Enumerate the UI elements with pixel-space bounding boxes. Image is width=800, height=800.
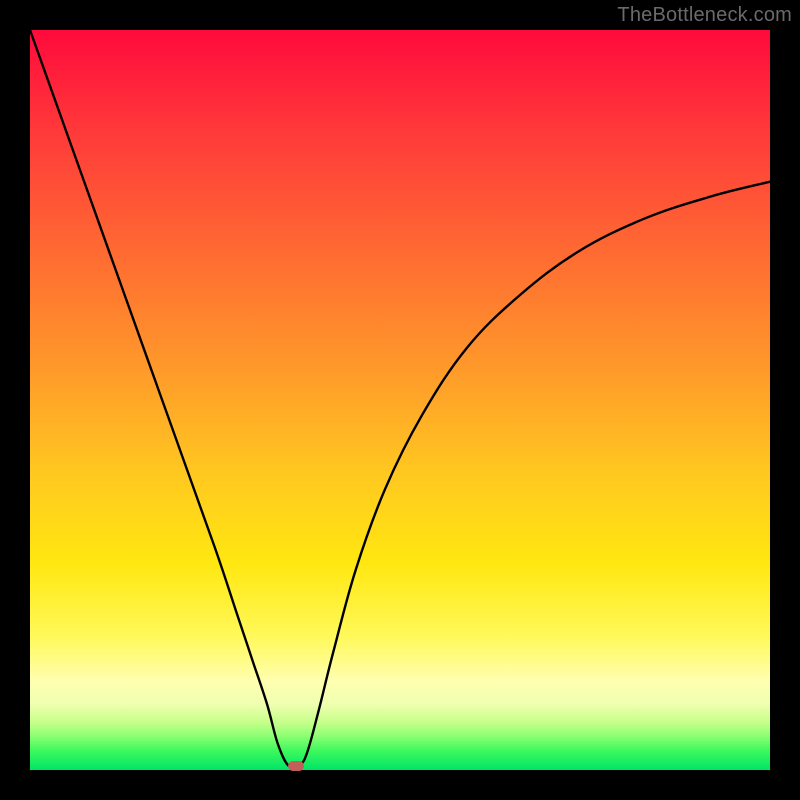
watermark-text: TheBottleneck.com — [617, 4, 792, 27]
bottleneck-curve — [30, 30, 770, 770]
chart-frame: TheBottleneck.com — [0, 0, 800, 800]
optimal-point-marker — [288, 761, 304, 771]
